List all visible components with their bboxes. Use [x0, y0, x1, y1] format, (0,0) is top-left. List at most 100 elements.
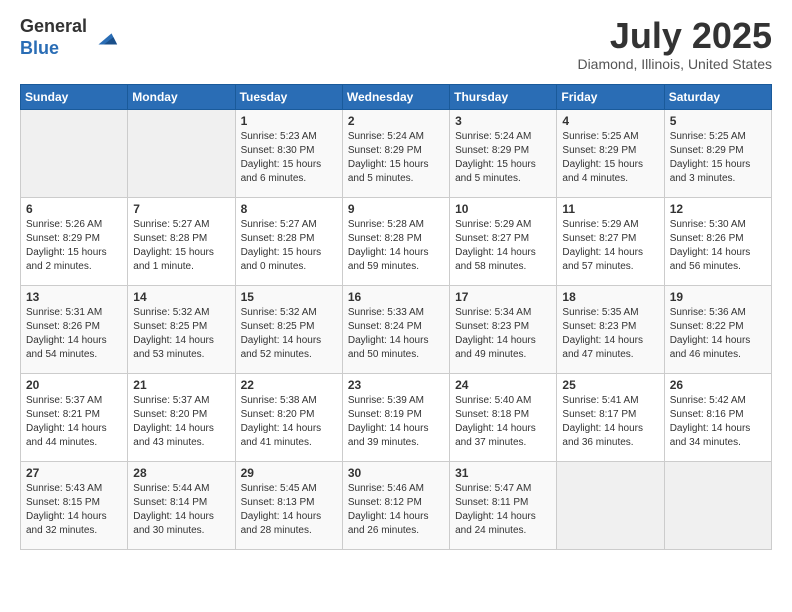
day-info: Sunrise: 5:45 AM Sunset: 8:13 PM Dayligh… [241, 482, 337, 538]
calendar-cell: 4 Sunrise: 5:25 AM Sunset: 8:29 PM Daylig… [557, 109, 664, 197]
col-thursday: Thursday [450, 84, 557, 109]
calendar-cell [128, 109, 235, 197]
calendar-cell: 3Sunrise: 5:24 AM Sunset: 8:29 PM Daylig… [450, 109, 557, 197]
calendar-cell: 14 Sunrise: 5:32 AM Sunset: 8:25 PM Dayli… [128, 285, 235, 373]
day-number: 22 [241, 378, 337, 392]
calendar-cell: 8 Sunrise: 5:27 AM Sunset: 8:28 PM Daylig… [235, 197, 342, 285]
day-info: Sunrise: 5:41 AM Sunset: 8:17 PM Dayligh… [562, 394, 658, 450]
day-number: 28 [133, 466, 229, 480]
calendar-cell: 20 Sunrise: 5:37 AM Sunset: 8:21 PM Dayli… [21, 373, 128, 461]
logo-general: General [20, 16, 87, 36]
calendar-cell: 24 Sunrise: 5:40 AM Sunset: 8:18 PM Dayli… [450, 373, 557, 461]
calendar-cell: 12 Sunrise: 5:30 AM Sunset: 8:26 PM Dayli… [664, 197, 771, 285]
day-number: 17 [455, 290, 551, 304]
day-number: 26 [670, 378, 766, 392]
day-number: 7 [133, 202, 229, 216]
day-number: 4 [562, 114, 658, 128]
col-friday: Friday [557, 84, 664, 109]
col-sunday: Sunday [21, 84, 128, 109]
calendar-cell [664, 461, 771, 549]
day-info: Sunrise: 5:32 AM Sunset: 8:25 PM Dayligh… [133, 306, 229, 362]
logo: General Blue [20, 16, 119, 59]
day-info: Sunrise: 5:31 AM Sunset: 8:26 PM Dayligh… [26, 306, 122, 362]
day-info: Sunrise: 5:27 AM Sunset: 8:28 PM Dayligh… [241, 218, 337, 274]
calendar-page: General Blue July 2025 Diamond, Illinois… [0, 0, 792, 612]
day-number: 24 [455, 378, 551, 392]
col-saturday: Saturday [664, 84, 771, 109]
day-number: 9 [348, 202, 444, 216]
calendar-cell: 23 Sunrise: 5:39 AM Sunset: 8:19 PM Dayli… [342, 373, 449, 461]
day-number: 11 [562, 202, 658, 216]
col-monday: Monday [128, 84, 235, 109]
day-number: 13 [26, 290, 122, 304]
calendar-cell: 9 Sunrise: 5:28 AM Sunset: 8:28 PM Daylig… [342, 197, 449, 285]
calendar-cell: 13 Sunrise: 5:31 AM Sunset: 8:26 PM Dayli… [21, 285, 128, 373]
day-info: Sunrise: 5:43 AM Sunset: 8:15 PM Dayligh… [26, 482, 122, 538]
day-number: 23 [348, 378, 444, 392]
day-info: Sunrise: 5:32 AM Sunset: 8:25 PM Dayligh… [241, 306, 337, 362]
day-info: Sunrise: 5:23 AM Sunset: 8:30 PM Dayligh… [241, 130, 337, 186]
calendar-cell: 7 Sunrise: 5:27 AM Sunset: 8:28 PM Daylig… [128, 197, 235, 285]
day-info: Sunrise: 5:38 AM Sunset: 8:20 PM Dayligh… [241, 394, 337, 450]
day-info: Sunrise: 5:30 AM Sunset: 8:26 PM Dayligh… [670, 218, 766, 274]
day-info: Sunrise: 5:40 AM Sunset: 8:18 PM Dayligh… [455, 394, 551, 450]
header-row: Sunday Monday Tuesday Wednesday Thursday… [21, 84, 772, 109]
calendar-cell: 25 Sunrise: 5:41 AM Sunset: 8:17 PM Dayli… [557, 373, 664, 461]
calendar-cell [21, 109, 128, 197]
calendar-cell: 16 Sunrise: 5:33 AM Sunset: 8:24 PM Dayli… [342, 285, 449, 373]
day-number: 30 [348, 466, 444, 480]
day-info: Sunrise: 5:44 AM Sunset: 8:14 PM Dayligh… [133, 482, 229, 538]
day-number: 21 [133, 378, 229, 392]
header: General Blue July 2025 Diamond, Illinois… [20, 16, 772, 72]
day-number: 31 [455, 466, 551, 480]
calendar-cell: 31 Sunrise: 5:47 AM Sunset: 8:11 PM Dayli… [450, 461, 557, 549]
day-info: Sunrise: 5:25 AM Sunset: 8:29 PM Dayligh… [562, 130, 658, 186]
day-info: Sunrise: 5:36 AM Sunset: 8:22 PM Dayligh… [670, 306, 766, 362]
day-number: 19 [670, 290, 766, 304]
day-number: 27 [26, 466, 122, 480]
calendar-cell: 5Sunrise: 5:25 AM Sunset: 8:29 PM Daylig… [664, 109, 771, 197]
day-info: Sunrise: 5:39 AM Sunset: 8:19 PM Dayligh… [348, 394, 444, 450]
calendar-cell: 27 Sunrise: 5:43 AM Sunset: 8:15 PM Dayli… [21, 461, 128, 549]
day-number: 20 [26, 378, 122, 392]
calendar-cell [557, 461, 664, 549]
calendar-cell: 1 Sunrise: 5:23 AM Sunset: 8:30 PM Daylig… [235, 109, 342, 197]
calendar-cell: 11Sunrise: 5:29 AM Sunset: 8:27 PM Dayli… [557, 197, 664, 285]
day-info: Sunrise: 5:35 AM Sunset: 8:23 PM Dayligh… [562, 306, 658, 362]
col-tuesday: Tuesday [235, 84, 342, 109]
calendar-cell: 26 Sunrise: 5:42 AM Sunset: 8:16 PM Dayli… [664, 373, 771, 461]
calendar-cell: 21 Sunrise: 5:37 AM Sunset: 8:20 PM Dayli… [128, 373, 235, 461]
day-info: Sunrise: 5:28 AM Sunset: 8:28 PM Dayligh… [348, 218, 444, 274]
calendar-cell: 28 Sunrise: 5:44 AM Sunset: 8:14 PM Dayli… [128, 461, 235, 549]
calendar-cell: 17Sunrise: 5:34 AM Sunset: 8:23 PM Dayli… [450, 285, 557, 373]
day-number: 8 [241, 202, 337, 216]
calendar-cell: 22 Sunrise: 5:38 AM Sunset: 8:20 PM Dayli… [235, 373, 342, 461]
day-number: 18 [562, 290, 658, 304]
week-row-1: 6Sunrise: 5:26 AM Sunset: 8:29 PM Daylig… [21, 197, 772, 285]
day-info: Sunrise: 5:37 AM Sunset: 8:20 PM Dayligh… [133, 394, 229, 450]
day-number: 25 [562, 378, 658, 392]
day-number: 16 [348, 290, 444, 304]
day-number: 1 [241, 114, 337, 128]
logo-text-block: General Blue [20, 16, 119, 59]
day-info: Sunrise: 5:26 AM Sunset: 8:29 PM Dayligh… [26, 218, 122, 274]
month-year: July 2025 [577, 16, 772, 56]
day-number: 3 [455, 114, 551, 128]
day-info: Sunrise: 5:37 AM Sunset: 8:21 PM Dayligh… [26, 394, 122, 450]
day-info: Sunrise: 5:24 AM Sunset: 8:29 PM Dayligh… [348, 130, 444, 186]
day-info: Sunrise: 5:42 AM Sunset: 8:16 PM Dayligh… [670, 394, 766, 450]
day-info: Sunrise: 5:33 AM Sunset: 8:24 PM Dayligh… [348, 306, 444, 362]
day-info: Sunrise: 5:27 AM Sunset: 8:28 PM Dayligh… [133, 218, 229, 274]
day-number: 12 [670, 202, 766, 216]
day-info: Sunrise: 5:47 AM Sunset: 8:11 PM Dayligh… [455, 482, 551, 538]
day-number: 14 [133, 290, 229, 304]
calendar-cell: 10Sunrise: 5:29 AM Sunset: 8:27 PM Dayli… [450, 197, 557, 285]
week-row-2: 13 Sunrise: 5:31 AM Sunset: 8:26 PM Dayli… [21, 285, 772, 373]
week-row-3: 20 Sunrise: 5:37 AM Sunset: 8:21 PM Dayli… [21, 373, 772, 461]
logo-blue: Blue [20, 38, 59, 58]
day-number: 5 [670, 114, 766, 128]
calendar-cell: 2Sunrise: 5:24 AM Sunset: 8:29 PM Daylig… [342, 109, 449, 197]
day-info: Sunrise: 5:29 AM Sunset: 8:27 PM Dayligh… [455, 218, 551, 274]
calendar-cell: 19 Sunrise: 5:36 AM Sunset: 8:22 PM Dayli… [664, 285, 771, 373]
col-wednesday: Wednesday [342, 84, 449, 109]
